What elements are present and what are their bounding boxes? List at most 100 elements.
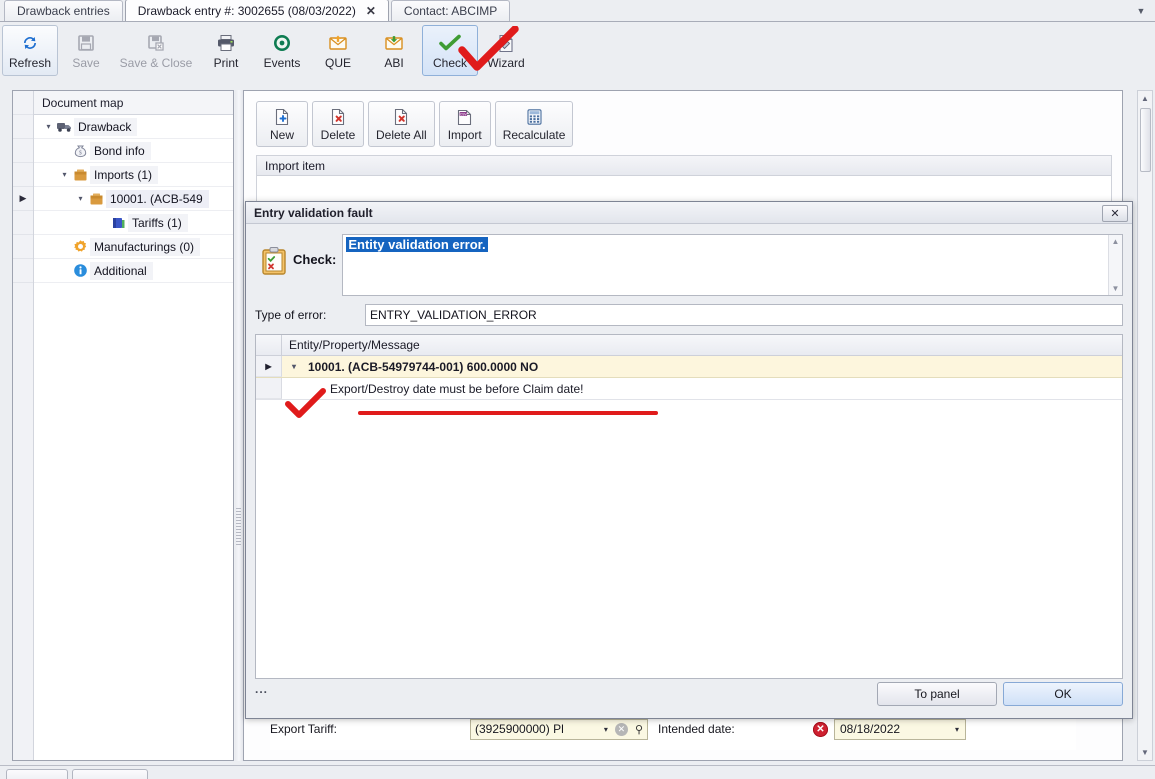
validation-message-text: Export/Destroy date must be before Claim… [330,381,584,396]
tab-contact[interactable]: Contact: ABCIMP [390,0,511,21]
import-button-label: Import [447,128,482,142]
que-button[interactable]: QUE [310,25,366,76]
type-of-error-value: ENTRY_VALIDATION_ERROR [370,308,537,322]
events-button[interactable]: Events [254,25,310,76]
chevron-down-icon[interactable]: ▼ [1133,4,1149,18]
close-icon[interactable]: ✕ [366,5,376,17]
intended-date-field[interactable]: 08/18/2022 ▾ [834,718,966,740]
tab-drawback-entries[interactable]: Drawback entries [4,0,123,21]
dialog-button-bar: To panel OK [877,682,1123,706]
scroll-down-icon[interactable]: ▼ [1109,282,1122,295]
content-area: ▶ Document map ▾ Drawback $ Bond info ▾ … [0,78,1155,779]
money-bag-icon: $ [71,143,90,158]
grid-indicator-header [256,335,282,355]
clipboard-check-icon [255,234,293,276]
grid-column-header-entity[interactable]: Entity/Property/Message [282,338,420,352]
scrollbar-thumb[interactable] [1140,108,1151,172]
tab-label: Contact: ABCIMP [403,4,498,18]
check-button[interactable]: Check [422,25,478,76]
tree-node-label: Manufacturings (0) [90,237,201,256]
table-row[interactable]: ▶ ▾ 10001. (ACB-54979744-001) 600.0000 N… [256,356,1122,378]
entry-validation-fault-dialog: Entry validation fault ✕ Check: Entity v… [245,201,1133,719]
new-document-icon [274,106,291,128]
print-button[interactable]: Print [198,25,254,76]
save-button[interactable]: Save [58,25,114,76]
table-row[interactable]: Export/Destroy date must be before Claim… [256,378,1122,400]
scroll-up-icon[interactable]: ▲ [1138,91,1152,106]
ok-button[interactable]: OK [1003,682,1123,706]
chevron-down-icon[interactable]: ▾ [955,725,965,734]
import-csv-icon: CSV [456,106,473,128]
main-vertical-scrollbar[interactable]: ▲ ▼ [1137,90,1153,761]
scroll-down-icon[interactable]: ▼ [1138,745,1152,760]
row-indicator [13,163,33,187]
chevron-down-icon[interactable]: ▾ [282,362,306,371]
to-panel-button-label: To panel [914,687,960,701]
calculator-icon [526,106,543,128]
delete-button[interactable]: Delete [312,101,364,147]
textarea-scrollbar[interactable]: ▲ ▼ [1108,235,1122,295]
save-and-close-button[interactable]: Save & Close [114,25,198,76]
dialog-title: Entry validation fault [254,205,373,220]
export-tariff-value: (3925900000) Pl [475,722,564,736]
tree-node-manufacturings[interactable]: Manufacturings (0) [34,235,233,259]
annotation-underline-message [358,411,658,415]
tree-node-tariffs[interactable]: Tariffs (1) [34,211,233,235]
intended-date-label: Intended date: [658,722,735,736]
abi-button[interactable]: ABI [366,25,422,76]
scroll-up-icon[interactable]: ▲ [1109,235,1122,248]
wizard-icon [497,31,515,55]
delete-all-button[interactable]: Delete All [368,101,435,147]
document-map-panel: ▶ Document map ▾ Drawback $ Bond info ▾ … [12,90,234,761]
box-icon [87,192,106,206]
recalculate-button-label: Recalculate [502,128,566,142]
check-button-label: Check [432,56,467,70]
new-button[interactable]: New [256,101,308,147]
chevron-down-icon[interactable]: ▾ [42,122,55,131]
tree-node-bond-info[interactable]: $ Bond info [34,139,233,163]
current-row-indicator: ▶ [256,356,282,377]
check-message-textarea[interactable]: Entity validation error. ▲ ▼ [342,234,1123,296]
tab-drawback-entry[interactable]: Drawback entry #: 3002655 (08/03/2022) ✕ [124,0,389,21]
refresh-button-label: Refresh [8,56,52,70]
save-button-label: Save [72,56,100,70]
tree-node-label: Bond info [90,141,151,160]
export-tariff-lookup[interactable]: (3925900000) Pl ▾ ✕ ⚲ [470,718,648,740]
events-button-label: Events [263,56,301,70]
refresh-button[interactable]: Refresh [2,25,58,76]
delete-all-button-label: Delete All [376,128,427,142]
tree-node-additional[interactable]: Additional [34,259,233,283]
check-label: Check: [293,252,337,267]
validation-messages-grid: Entity/Property/Message ▶ ▾ 10001. (ACB-… [255,334,1123,679]
type-of-error-field[interactable]: ENTRY_VALIDATION_ERROR [365,304,1123,326]
tree-node-imports[interactable]: ▾ Imports (1) [34,163,233,187]
import-item-section-body [256,176,1112,204]
chevron-down-icon[interactable]: ▾ [74,194,87,203]
wizard-button[interactable]: Wizard [478,25,534,76]
check-message-text: Entity validation error. [346,237,488,252]
check-mark-icon [439,31,461,55]
chevron-down-icon[interactable]: ▾ [58,170,71,179]
tree-node-label: 10001. (ACB-549 [106,189,209,208]
tree-node-import-item[interactable]: ▾ 10001. (ACB-549 [34,187,233,211]
new-button-label: New [269,128,294,142]
bottom-button-stub[interactable] [72,769,148,779]
tree-node-drawback[interactable]: ▾ Drawback [34,115,233,139]
tree-node-label: Additional [90,261,153,280]
clear-icon[interactable]: ✕ [614,722,628,736]
row-indicator [13,235,33,259]
row-indicator [13,115,33,139]
search-icon[interactable]: ⚲ [631,723,647,736]
tree-node-label: Tariffs (1) [128,213,188,232]
events-icon [272,31,292,55]
chevron-down-icon[interactable]: ▾ [600,725,612,734]
close-icon[interactable]: ✕ [1102,205,1128,222]
import-button[interactable]: CSV Import [438,101,491,147]
tab-label: Drawback entry #: 3002655 (08/03/2022) [137,3,356,18]
panel-splitter[interactable] [235,90,243,761]
dialog-title-bar[interactable]: Entry validation fault [246,202,1132,224]
save-and-close-button-label: Save & Close [119,56,193,70]
to-panel-button[interactable]: To panel [877,682,997,706]
recalculate-button[interactable]: Recalculate [494,101,574,147]
bottom-button-stub[interactable] [6,769,68,779]
